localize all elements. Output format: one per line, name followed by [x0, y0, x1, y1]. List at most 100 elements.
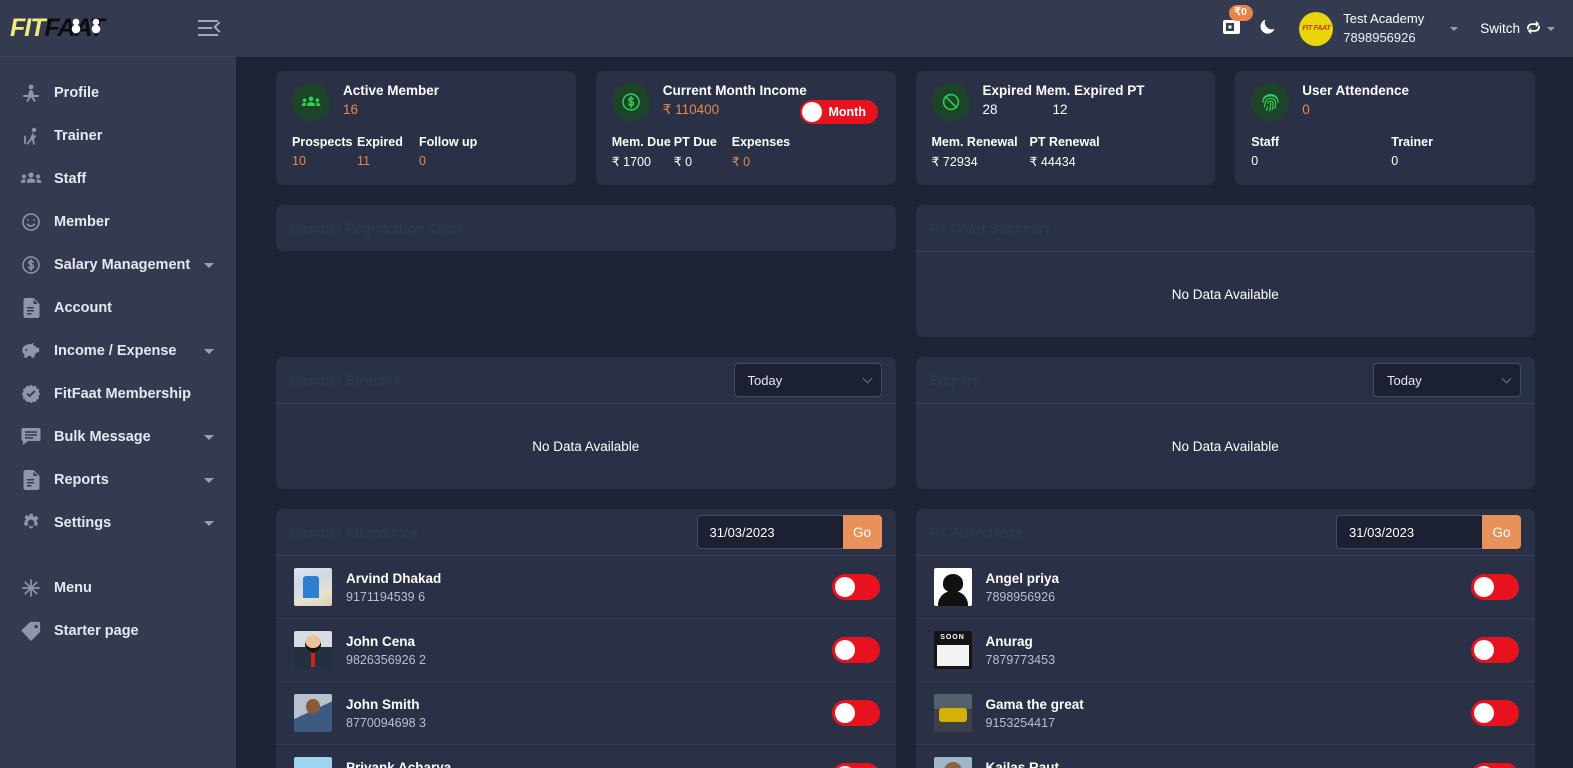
list-item[interactable]: Anurag 7879773453 — [915, 619, 1535, 682]
attendance-go-button-right[interactable]: Go — [1482, 515, 1521, 549]
birthday-period-dropdown[interactable]: Today — [733, 363, 882, 397]
trainer-icon — [18, 125, 44, 147]
member-name: Priyank Acharya — [346, 759, 452, 768]
attendance-toggle[interactable] — [1471, 700, 1519, 726]
stat-sub-label: Follow up — [419, 135, 478, 149]
attendance-date-input-left[interactable] — [696, 515, 843, 549]
sidebar-item-label: Menu — [54, 579, 92, 596]
sidebar-item-account[interactable]: Account — [0, 286, 236, 329]
stat-card-current-month-income: Current Month Income ₹ 110400 Month Mem.… — [595, 71, 896, 185]
enquiry-period-dropdown[interactable]: Today — [1373, 363, 1521, 397]
attendance-date-input-right[interactable] — [1336, 515, 1482, 549]
stat-sub-expired: Expired 11 — [357, 135, 419, 168]
stat-sub-label: PT Renewal — [1029, 135, 1100, 149]
attendance-go-button-left[interactable]: Go — [842, 515, 882, 549]
panel-header: Member Registration Chart — [276, 205, 896, 251]
dropdown-value: Today — [747, 372, 783, 388]
sidebar-item-label: Reports — [54, 471, 109, 488]
attendance-toggle[interactable] — [831, 574, 880, 600]
month-toggle[interactable]: Month — [799, 100, 878, 124]
stat-sub-trainer: Trainer 0 — [1391, 135, 1433, 168]
avatar[interactable]: FIT FAAT — [1299, 11, 1334, 46]
sidebar-item-label: Starter page — [54, 622, 139, 639]
switch-dropdown-caret[interactable] — [1547, 26, 1555, 31]
sidebar-item-profile[interactable]: Profile — [0, 71, 236, 114]
panel-title: PT Attendance — [929, 524, 1024, 540]
panel-member-attendance: Member Attendance Go Arvind Dhakad — [276, 509, 896, 768]
panel-empty-state: No Data Available — [276, 403, 896, 489]
sidebar-item-trainer[interactable]: Trainer — [0, 114, 236, 157]
attendance-toggle[interactable] — [1471, 637, 1519, 663]
members-group-icon — [292, 83, 330, 121]
attendance-toggle[interactable] — [831, 637, 880, 663]
stat-sub-label: Expenses — [731, 135, 791, 149]
list-item[interactable]: Kailas Raut 8796826512 — [916, 745, 1536, 768]
sidebar-item-label: Member — [54, 213, 110, 230]
moon-icon[interactable] — [1259, 16, 1279, 41]
switch-account-button[interactable]: Switch — [1480, 20, 1555, 38]
stat-title: User Attendence — [1302, 83, 1410, 98]
list-item[interactable]: John Smith 8770094698 3 — [276, 682, 896, 745]
chevron-down-icon — [204, 348, 214, 354]
account-dropdown-caret[interactable] — [1450, 26, 1459, 31]
list-item[interactable]: Arvind Dhakad 9171194539 6 — [276, 556, 896, 619]
dashboard-content: Active Member 16 Prospects 10 Expired 11 — [236, 57, 1573, 768]
topbar: ₹0 FIT FAAT Test Academy 7898956926 Swit… — [236, 0, 1573, 57]
stat-sub-value: ₹ 72934 — [931, 155, 978, 169]
attendance-row: Member Attendance Go Arvind Dhakad — [276, 509, 1535, 768]
panel-member-registration-chart: Member Registration Chart — [276, 205, 896, 251]
stat-card-active-member: Active Member 16 Prospects 10 Expired 11 — [276, 71, 576, 185]
sidebar-item-income-expense[interactable]: Income / Expense — [0, 329, 236, 372]
member-attendance-list-left: Arvind Dhakad 9171194539 6 John Cena 982… — [276, 555, 896, 768]
avatar — [294, 568, 332, 606]
attendance-toggle[interactable] — [1471, 574, 1519, 600]
wallet-button[interactable]: ₹0 — [1221, 5, 1253, 42]
sidebar-item-fitfaat-membership[interactable]: FitFaat Membership — [0, 372, 236, 415]
sidebar-item-menu[interactable]: Menu — [0, 566, 236, 609]
sidebar-item-salary-management[interactable]: Salary Management — [0, 243, 236, 286]
attendance-toggle[interactable] — [831, 763, 880, 768]
sidebar-item-member[interactable]: Member — [0, 200, 236, 243]
account-info: Test Academy 7898956926 — [1343, 10, 1424, 48]
stat-value-expired-mem: 28 — [982, 102, 998, 117]
panel-title: Enquiry — [929, 372, 980, 388]
list-item[interactable]: Angel priya 7898956926 — [915, 556, 1535, 619]
member-phone: 7898956926 — [985, 589, 1056, 604]
brand-row: FIT FAAT — [0, 0, 236, 57]
sidebar-item-reports[interactable]: Reports — [0, 458, 236, 501]
avatar — [294, 631, 332, 669]
list-item[interactable]: Gama the great 9153254417 — [915, 682, 1535, 745]
stat-value-expired-pt: 12 — [1052, 102, 1068, 117]
stat-sub-value: 0 — [1391, 154, 1399, 168]
stat-value: 0 — [1302, 102, 1310, 117]
list-item[interactable]: John Cena 9826356926 2 — [276, 619, 896, 682]
stat-sub-label: Staff — [1251, 135, 1280, 149]
stat-card-user-attendence: User Attendence 0 Staff 0 Trainer 0 — [1235, 71, 1535, 185]
account-phone: 7898956926 — [1343, 29, 1416, 45]
app-logo[interactable]: FIT FAAT — [10, 14, 105, 43]
avatar — [294, 757, 332, 768]
stat-sub-value: ₹ 0 — [731, 155, 751, 169]
account-name: Test Academy — [1343, 10, 1425, 26]
sidebar-item-bulk-message[interactable]: Bulk Message — [0, 415, 236, 458]
panel-title: Member Registration Chart — [290, 220, 464, 236]
sidebar-item-label: FitFaat Membership — [54, 385, 191, 402]
stat-sub-label: Trainer — [1391, 135, 1433, 149]
chart-row: Member Registration Chart PT Chart Summa… — [276, 205, 1535, 337]
attendance-toggle[interactable] — [1471, 763, 1519, 768]
stat-sub-value: ₹ 0 — [673, 155, 693, 169]
panel-title: Member Birthday — [290, 372, 401, 388]
stat-sub-label: Expired — [357, 135, 403, 149]
sidebar-item-staff[interactable]: Staff — [0, 157, 236, 200]
stat-title: Expired Mem. Expired PT — [982, 83, 1145, 98]
member-name: John Cena — [346, 633, 416, 649]
stat-sub-label: Mem. Renewal — [931, 135, 1018, 149]
member-name: Gama the great — [985, 696, 1084, 712]
hamburger-collapse-icon[interactable] — [198, 20, 225, 36]
attendance-column-right: PT Attendance Go Angel priya — [915, 509, 1536, 768]
list-item[interactable]: Priyank Acharya 7898956926 4 — [276, 745, 896, 768]
sidebar-item-starter-page[interactable]: Starter page — [0, 609, 236, 652]
toggle-knob — [801, 102, 822, 122]
attendance-toggle[interactable] — [831, 700, 880, 726]
sidebar-item-settings[interactable]: Settings — [0, 501, 236, 544]
